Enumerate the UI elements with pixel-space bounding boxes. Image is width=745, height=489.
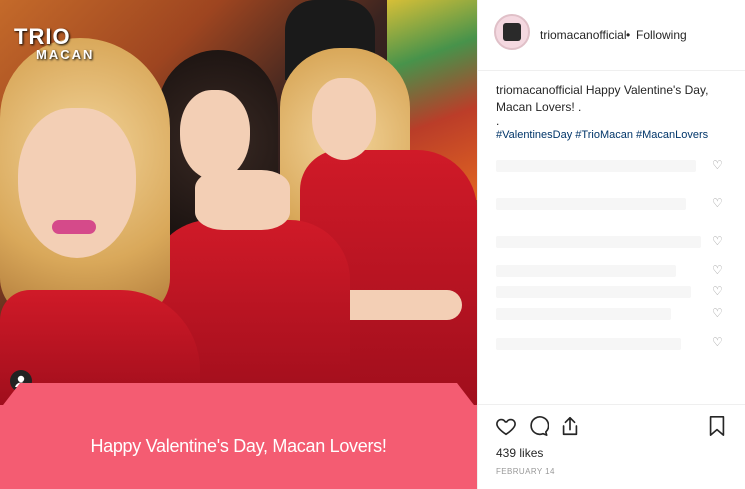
caption-dot: .	[496, 114, 500, 128]
post-actions: 439 likes FEBRUARY 14	[478, 404, 745, 485]
post-caption: triomacanofficial Happy Valentine's Day,…	[496, 82, 716, 116]
banner-text: Happy Valentine's Day, Macan Lovers!	[90, 436, 387, 456]
person-right-face	[312, 78, 376, 160]
comment-like-heart-icon[interactable]: ♡	[712, 284, 723, 298]
post-date: FEBRUARY 14	[496, 467, 555, 476]
person-middle-shoulders	[195, 170, 290, 230]
person-left-face	[18, 108, 136, 258]
avatar[interactable]	[494, 14, 530, 50]
caption-username[interactable]: triomacanofficial	[496, 83, 582, 97]
comment-like-heart-icon[interactable]: ♡	[712, 196, 723, 210]
comment-icon[interactable]	[527, 415, 550, 443]
share-icon[interactable]	[559, 415, 581, 443]
post-sidebar: triomacanofficial • Following triomacano…	[477, 0, 745, 489]
post-header: triomacanofficial • Following	[478, 0, 745, 71]
comment-item	[496, 308, 671, 320]
comment-like-heart-icon[interactable]: ♡	[712, 234, 723, 248]
header-separator: •	[626, 28, 631, 42]
trio-macan-logo: TRIO MACAN	[14, 24, 95, 62]
post-image[interactable]: TRIO MACAN Happy Valentine's Day, Macan …	[0, 0, 477, 489]
following-button[interactable]: Following	[636, 28, 687, 42]
valentine-banner: Happy Valentine's Day, Macan Lovers!	[0, 383, 477, 489]
bookmark-icon[interactable]	[706, 415, 728, 443]
heart-icon[interactable]	[495, 415, 517, 443]
person-left-lips	[52, 220, 96, 234]
comment-like-heart-icon[interactable]: ♡	[712, 158, 723, 172]
comment-item	[496, 265, 676, 277]
likes-count[interactable]: 439 likes	[496, 446, 543, 460]
comment-item	[496, 286, 691, 298]
comment-item	[496, 236, 701, 248]
comment-item	[496, 198, 686, 210]
comment-like-heart-icon[interactable]: ♡	[712, 306, 723, 320]
comment-like-heart-icon[interactable]: ♡	[712, 263, 723, 277]
header-username[interactable]: triomacanofficial	[540, 28, 626, 42]
caption-hashtags[interactable]: #ValentinesDay #TrioMacan #MacanLovers	[496, 129, 708, 141]
comment-like-heart-icon[interactable]: ♡	[712, 335, 723, 349]
comment-item	[496, 160, 696, 172]
person-middle-face	[180, 90, 250, 180]
comment-item	[496, 338, 681, 350]
banner-decor	[0, 383, 477, 409]
